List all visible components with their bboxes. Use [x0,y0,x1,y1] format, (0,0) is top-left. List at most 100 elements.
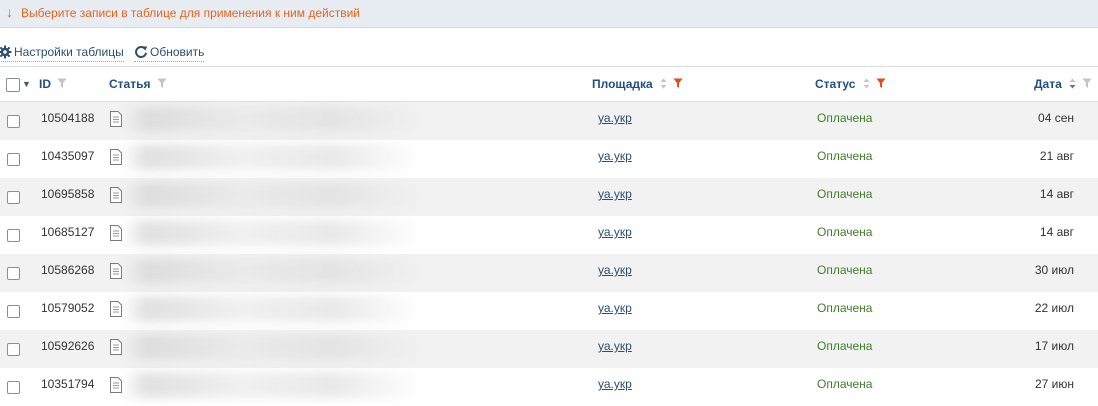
row-id: 10685127 [41,225,95,239]
sort-descending-icon[interactable] [1069,78,1076,89]
site-link[interactable]: уа.укр [598,263,632,277]
table-header: ▼ ID Статья Площадка Статус Дата [0,67,1098,102]
row-id: 10695858 [41,187,95,201]
column-header-status-label: Статус [815,77,856,91]
document-icon [110,187,122,203]
column-header-date-label: Дата [1034,77,1062,91]
document-icon [110,339,122,355]
column-header-site[interactable]: Площадка [592,67,683,101]
table-settings-button[interactable]: Настройки таблицы [0,43,124,62]
redacted-article-title [122,106,422,132]
site-link[interactable]: уа.укр [598,187,632,201]
redacted-article-title [122,372,422,398]
row-site: уа.укр [598,178,632,216]
articles-table: ▼ ID Статья Площадка Статус Дата 1050418… [0,66,1098,406]
row-status: Оплачена [817,149,873,163]
row-id: 10504188 [41,111,95,125]
column-header-article[interactable]: Статья [109,67,167,101]
document-icon [110,149,122,165]
row-site: уа.укр [598,292,632,330]
table-row[interactable]: 10579052 уа.укр Оплачена 22 июл [0,292,1098,330]
table-row[interactable]: 10504188 уа.укр Оплачена 04 сен [0,102,1098,140]
row-checkbox[interactable] [7,343,20,356]
document-icon [110,225,122,241]
site-link[interactable]: уа.укр [598,149,632,163]
row-date: 22 июл [1034,301,1074,315]
row-status: Оплачена [817,263,873,277]
row-site: уа.укр [598,254,632,292]
row-checkbox[interactable] [7,267,20,280]
row-checkbox[interactable] [7,115,20,128]
table-row[interactable]: 10592626 уа.укр Оплачена 17 июл [0,330,1098,368]
row-id: 10592626 [41,339,95,353]
gear-icon [0,45,12,59]
row-status: Оплачена [817,111,873,125]
row-status: Оплачена [817,225,873,239]
row-status: Оплачена [817,377,873,391]
refresh-label: Обновить [150,45,205,59]
row-date: 04 сен [1038,111,1074,125]
sort-icon[interactable] [660,78,667,89]
row-checkbox[interactable] [7,381,20,394]
filter-icon[interactable] [1082,78,1092,89]
row-checkbox[interactable] [7,229,20,242]
row-date: 14 авг [1039,225,1074,239]
row-id: 10435097 [41,149,95,163]
table-row[interactable]: 10351794 уа.укр Оплачена 27 июн [0,368,1098,406]
site-link[interactable]: уа.укр [598,339,632,353]
row-checkbox[interactable] [7,305,20,318]
column-header-article-label: Статья [109,77,151,91]
table-row[interactable]: 10685127 уа.укр Оплачена 14 авг [0,216,1098,254]
document-icon [110,263,122,279]
redacted-article-title [122,296,422,322]
site-link[interactable]: уа.укр [598,225,632,239]
column-header-id[interactable]: ID [39,67,67,101]
document-icon [110,377,122,393]
row-site: уа.укр [598,216,632,254]
row-date: 21 авг [1039,149,1074,163]
table-row[interactable]: 10435097 уа.укр Оплачена 21 авг [0,140,1098,178]
row-id: 10351794 [41,377,95,391]
sort-icon[interactable] [863,78,870,89]
row-checkbox[interactable] [7,153,20,166]
table-settings-label: Настройки таблицы [14,45,124,59]
row-checkbox[interactable] [7,191,20,204]
column-header-status[interactable]: Статус [815,67,886,101]
row-id: 10586268 [41,263,95,277]
site-link[interactable]: уа.укр [598,111,632,125]
column-header-id-label: ID [39,77,51,91]
row-date: 27 июн [1034,377,1074,391]
table-row[interactable]: 10586268 уа.укр Оплачена 30 июл [0,254,1098,292]
redacted-article-title [122,182,422,208]
select-all-checkbox[interactable] [6,78,20,92]
site-link[interactable]: уа.укр [598,377,632,391]
table-row[interactable]: 10695858 уа.укр Оплачена 14 авг [0,178,1098,216]
row-site: уа.укр [598,140,632,178]
document-icon [110,301,122,317]
redacted-article-title [122,258,422,284]
row-date: 17 июл [1034,339,1074,353]
redacted-article-title [122,144,422,170]
select-menu-caret-icon[interactable]: ▼ [22,78,31,90]
selection-notice-bar: ↓ Выберите записи в таблице для применен… [0,0,1098,28]
redacted-article-title [122,220,422,246]
redacted-article-title [122,334,422,360]
filter-active-icon[interactable] [673,78,683,89]
arrow-down-icon: ↓ [6,4,13,20]
column-header-site-label: Площадка [592,77,653,91]
row-site: уа.укр [598,330,632,368]
row-status: Оплачена [817,301,873,315]
row-date: 30 июл [1034,263,1074,277]
refresh-button[interactable]: Обновить [134,43,205,62]
row-id: 10579052 [41,301,95,315]
document-icon [110,111,122,127]
filter-icon[interactable] [157,78,167,89]
row-site: уа.укр [598,368,632,406]
column-header-date[interactable]: Дата [1034,67,1092,101]
row-date: 14 авг [1039,187,1074,201]
filter-icon[interactable] [57,78,67,89]
filter-active-icon[interactable] [876,78,886,89]
refresh-icon [135,46,148,58]
row-status: Оплачена [817,187,873,201]
site-link[interactable]: уа.укр [598,301,632,315]
